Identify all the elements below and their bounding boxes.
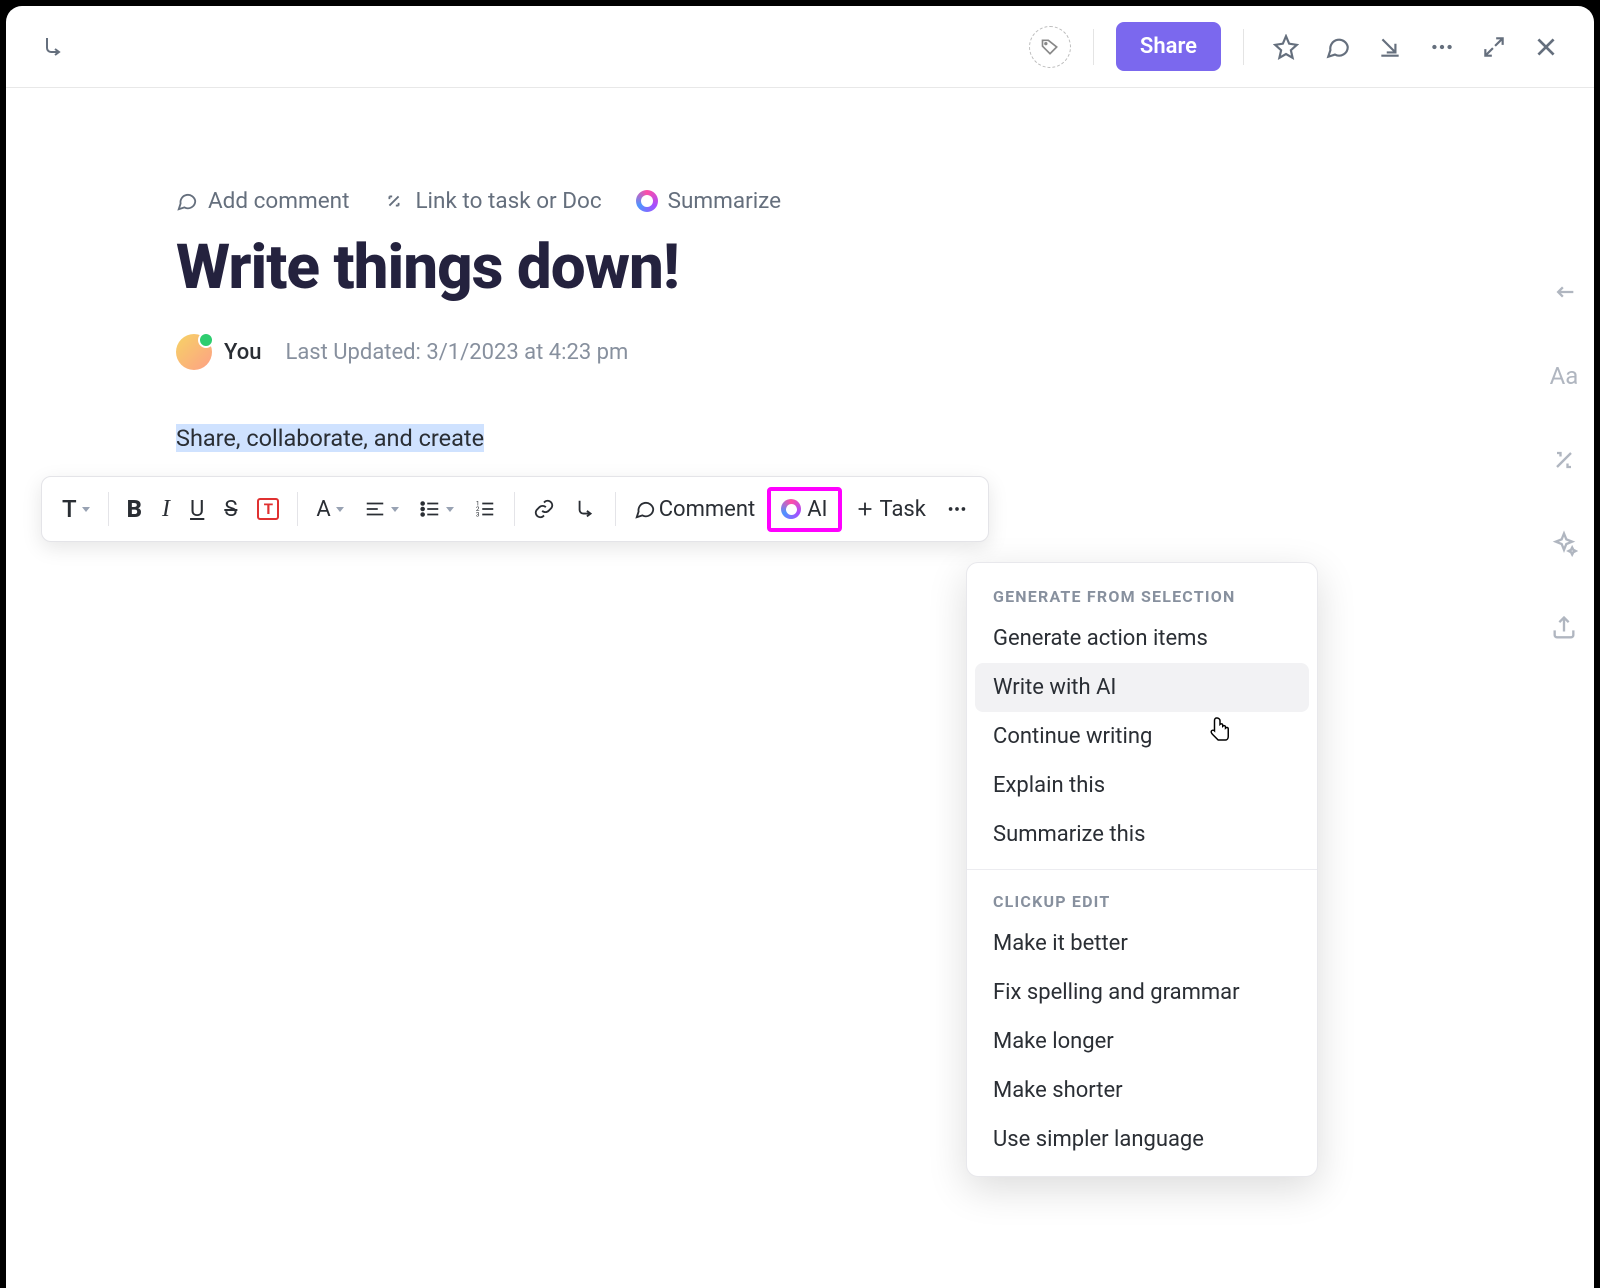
underline-button[interactable]: U <box>182 491 212 528</box>
ai-label: AI <box>807 497 827 522</box>
menu-item-make-it-better[interactable]: Make it better <box>967 919 1317 968</box>
menu-item-generate-action-items[interactable]: Generate action items <box>967 614 1317 663</box>
divider <box>297 492 298 526</box>
comment-label: Comment <box>659 497 755 522</box>
bullet-list-dropdown[interactable] <box>411 492 462 526</box>
svg-text:3: 3 <box>476 510 480 518</box>
close-icon[interactable] <box>1526 27 1566 67</box>
divider <box>514 492 515 526</box>
menu-item-make-longer[interactable]: Make longer <box>967 1017 1317 1066</box>
menu-item-write-with-ai[interactable]: Write with AI <box>975 663 1309 712</box>
menu-item-make-shorter[interactable]: Make shorter <box>967 1066 1317 1115</box>
link-button[interactable] <box>525 492 563 526</box>
last-updated: Last Updated: 3/1/2023 at 4:23 pm <box>285 340 628 365</box>
subtask-icon[interactable] <box>34 27 74 67</box>
menu-item-summarize-this[interactable]: Summarize this <box>967 810 1317 859</box>
swap-icon[interactable] <box>1548 444 1580 476</box>
bold-button[interactable]: B <box>119 489 150 529</box>
add-comment-action[interactable]: Add comment <box>176 188 349 214</box>
divider <box>1093 29 1094 65</box>
link-task-label: Link to task or Doc <box>415 188 601 214</box>
divider <box>108 492 109 526</box>
format-toolbar: T B I U S T A 123 Comment <box>41 476 989 542</box>
author-row: You Last Updated: 3/1/2023 at 4:23 pm <box>176 334 1424 370</box>
doc-actions-row: Add comment Link to task or Doc Summariz… <box>176 188 1424 214</box>
avatar[interactable] <box>176 334 212 370</box>
menu-section-header: CLICKUP EDIT <box>967 880 1317 919</box>
add-tag-button[interactable] <box>1029 26 1071 68</box>
more-formatting-icon[interactable] <box>938 492 976 526</box>
right-rail: Aa <box>1548 276 1580 644</box>
share-export-icon[interactable] <box>1548 612 1580 644</box>
ai-icon <box>781 499 801 519</box>
selected-text[interactable]: Share, collaborate, and create <box>176 424 484 452</box>
menu-item-fix-spelling[interactable]: Fix spelling and grammar <box>967 968 1317 1017</box>
summarize-label: Summarize <box>668 188 781 214</box>
font-dropdown[interactable]: A <box>308 491 351 528</box>
task-button[interactable]: Task <box>846 491 934 528</box>
indent-icon[interactable] <box>1548 276 1580 308</box>
menu-item-continue-writing[interactable]: Continue writing <box>967 712 1317 761</box>
share-button[interactable]: Share <box>1116 22 1221 71</box>
top-bar: Share <box>6 6 1594 88</box>
comment-icon[interactable] <box>1318 27 1358 67</box>
divider <box>615 492 616 526</box>
doc-body[interactable]: Share, collaborate, and create <box>176 424 1424 452</box>
favorite-icon[interactable] <box>1266 27 1306 67</box>
download-icon[interactable] <box>1370 27 1410 67</box>
strikethrough-button[interactable]: S <box>216 491 245 528</box>
more-options-icon[interactable] <box>1422 27 1462 67</box>
text-color-button[interactable]: T <box>249 492 287 526</box>
menu-item-explain-this[interactable]: Explain this <box>967 761 1317 810</box>
numbered-list-button[interactable]: 123 <box>466 492 504 526</box>
ai-button[interactable]: AI <box>767 487 841 532</box>
menu-section-header: GENERATE FROM SELECTION <box>967 575 1317 614</box>
menu-divider <box>967 869 1317 870</box>
summarize-action[interactable]: Summarize <box>636 188 781 214</box>
task-label: Task <box>880 497 926 522</box>
menu-item-use-simpler-language[interactable]: Use simpler language <box>967 1115 1317 1164</box>
subtask-button[interactable] <box>567 492 605 526</box>
ai-dropdown-menu: GENERATE FROM SELECTION Generate action … <box>966 562 1318 1177</box>
align-dropdown[interactable] <box>356 492 407 526</box>
sparkle-icon[interactable] <box>1548 528 1580 560</box>
author-name: You <box>224 340 261 365</box>
ai-icon <box>636 190 658 212</box>
text-style-dropdown[interactable]: T <box>54 489 98 529</box>
divider <box>1243 29 1244 65</box>
link-task-action[interactable]: Link to task or Doc <box>383 188 601 214</box>
add-comment-label: Add comment <box>208 188 349 214</box>
comment-button[interactable]: Comment <box>626 491 763 528</box>
doc-title[interactable]: Write things down! <box>176 234 1424 302</box>
expand-icon[interactable] <box>1474 27 1514 67</box>
italic-button[interactable]: I <box>154 490 178 529</box>
font-settings-icon[interactable]: Aa <box>1548 360 1580 392</box>
